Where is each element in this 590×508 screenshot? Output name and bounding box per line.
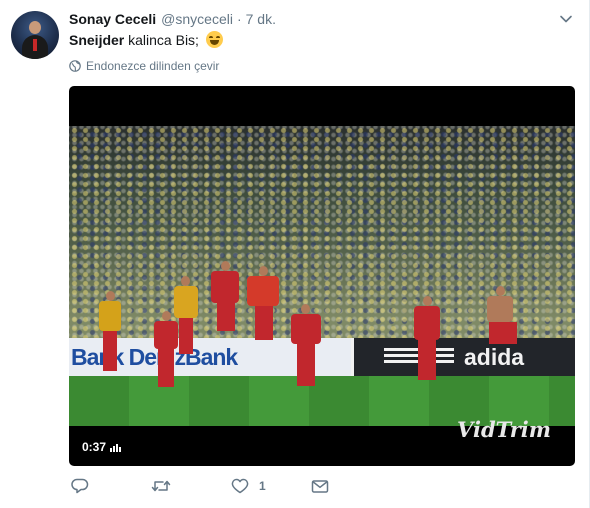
globe-icon bbox=[69, 60, 81, 72]
video-frame: Bank DenizBank adida bbox=[69, 126, 575, 426]
tweet-actions: 1 bbox=[71, 478, 351, 498]
avatar[interactable] bbox=[11, 11, 59, 59]
avatar-tie bbox=[33, 39, 37, 51]
video-player[interactable]: Bank DenizBank adida VidTrim 0:37 bbox=[69, 86, 575, 466]
avatar-head bbox=[29, 21, 41, 34]
video-watermark: VidTrim bbox=[457, 417, 551, 442]
heart-icon bbox=[231, 478, 249, 494]
like-button[interactable]: 1 bbox=[231, 478, 266, 494]
retweet-button[interactable] bbox=[151, 478, 171, 494]
tweet-text: Sneijder kalinca Bis; bbox=[69, 31, 223, 49]
reply-button[interactable] bbox=[71, 478, 89, 494]
retweet-icon bbox=[151, 480, 171, 492]
tweet-timestamp[interactable]: 7 dk. bbox=[246, 11, 276, 27]
header-separator: · bbox=[236, 11, 242, 27]
chevron-down-icon[interactable] bbox=[559, 12, 573, 26]
board-text-left: Bank DenizBank bbox=[71, 344, 238, 370]
volume-icon bbox=[110, 443, 122, 452]
author-name[interactable]: Sonay Ceceli bbox=[69, 11, 156, 27]
author-handle[interactable]: @snyceceli bbox=[161, 11, 233, 27]
translate-link[interactable]: Endonezce dilinden çevir bbox=[69, 59, 219, 73]
like-count: 1 bbox=[259, 479, 266, 493]
tweet-header: Sonay Ceceli @snyceceli · 7 dk. bbox=[69, 11, 276, 29]
board-text-right: adida bbox=[464, 344, 525, 370]
grinning-face-emoji-icon bbox=[205, 31, 223, 48]
duration-label: 0:37 bbox=[82, 440, 107, 454]
tweet[interactable]: Sonay Ceceli @snyceceli · 7 dk. Sneijder… bbox=[0, 0, 590, 508]
envelope-icon bbox=[311, 480, 329, 493]
tweet-body: kalinca Bis; bbox=[124, 32, 199, 48]
video-duration: 0:37 bbox=[82, 440, 122, 454]
tweet-bold-word[interactable]: Sneijder bbox=[69, 32, 124, 48]
reply-icon bbox=[71, 478, 89, 494]
direct-message-button[interactable] bbox=[311, 478, 329, 494]
translate-label: Endonezce dilinden çevir bbox=[86, 59, 220, 73]
